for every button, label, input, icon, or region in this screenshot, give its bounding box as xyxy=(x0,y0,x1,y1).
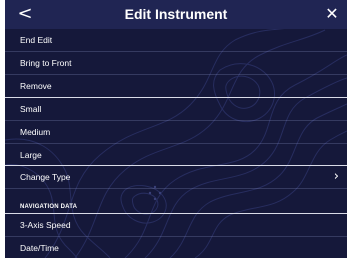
size-large-option[interactable]: Large xyxy=(5,144,347,166)
size-medium-option[interactable]: Medium xyxy=(5,121,347,143)
section-header-navigation-data: NAVIGATION DATA xyxy=(20,204,78,210)
menu-item-label: Large xyxy=(20,150,42,160)
menu-item-label: Bring to Front xyxy=(20,58,72,68)
menu-item-label: Date/Time xyxy=(20,243,59,253)
remove-button[interactable]: Remove xyxy=(5,75,347,97)
menu-item-label: Medium xyxy=(20,127,51,137)
menu-item-label: Small xyxy=(20,104,42,114)
divider xyxy=(5,188,347,189)
close-icon[interactable]: ✕ xyxy=(322,2,342,26)
menu-item-label: End Edit xyxy=(20,35,53,45)
bring-to-front-button[interactable]: Bring to Front xyxy=(5,52,347,74)
list-item-3-axis-speed[interactable]: 3-Axis Speed xyxy=(5,214,347,236)
size-small-option[interactable]: Small xyxy=(5,98,347,120)
screen: < Edit Instrument ✕ End Edit Bring to Fr… xyxy=(5,0,347,258)
menu-item-label: Remove xyxy=(20,81,52,91)
change-type-button[interactable]: Change Type › xyxy=(5,166,347,188)
list-item-date-time[interactable]: Date/Time xyxy=(5,237,347,258)
title-bar: < Edit Instrument ✕ xyxy=(5,0,347,29)
end-edit-button[interactable]: End Edit xyxy=(5,29,347,51)
device-frame: < Edit Instrument ✕ End Edit Bring to Fr… xyxy=(0,0,347,258)
page-title: Edit Instrument xyxy=(124,6,228,22)
menu-item-label: 3-Axis Speed xyxy=(20,220,71,230)
menu-item-label: Change Type xyxy=(20,172,71,182)
chevron-right-icon: › xyxy=(333,169,339,184)
